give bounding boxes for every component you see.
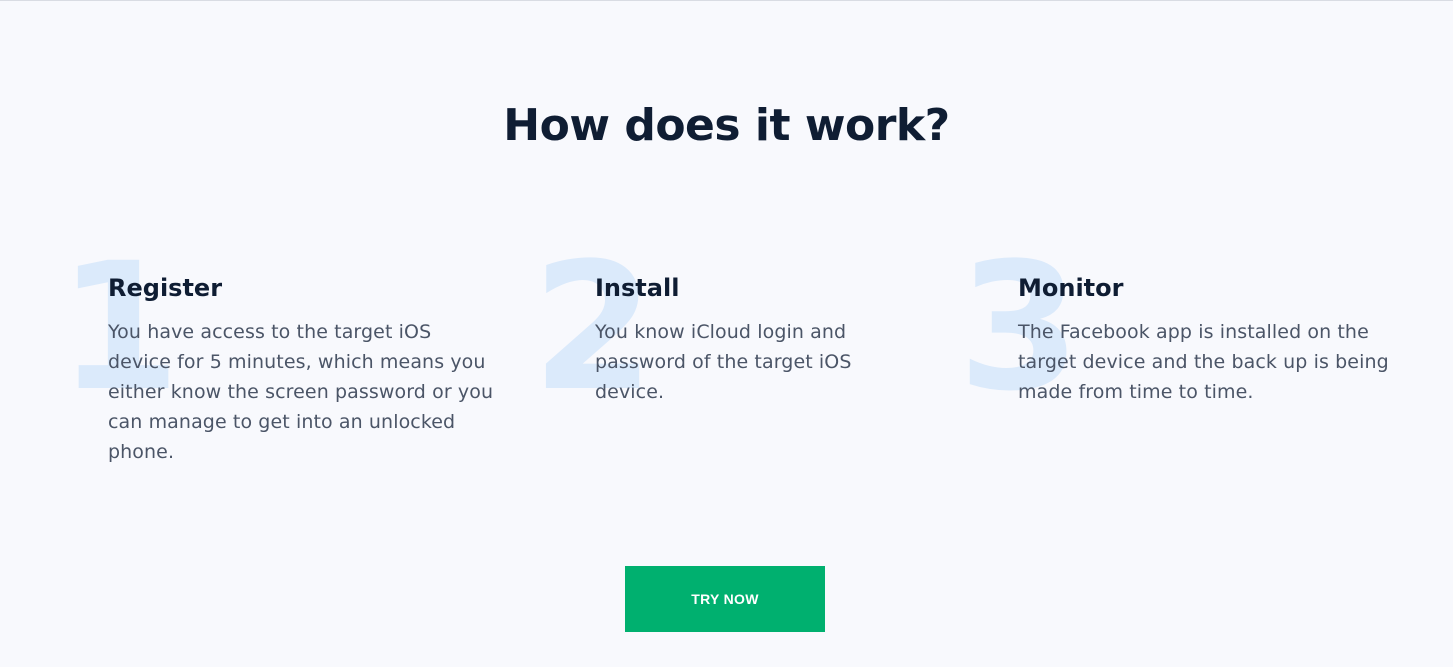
step-content: Monitor The Facebook app is installed on…	[1018, 270, 1398, 407]
step-content: Register You have access to the target i…	[108, 270, 498, 467]
section-title: How does it work?	[503, 100, 950, 151]
top-divider	[0, 0, 1453, 1]
step-description: You know iCloud login and password of th…	[595, 321, 852, 403]
step-description: The Facebook app is installed on the tar…	[1018, 321, 1389, 403]
step-title: Register	[108, 274, 223, 302]
step-title: Monitor	[1018, 274, 1124, 302]
step-title: Install	[595, 274, 680, 302]
try-now-button[interactable]: TRY NOW	[625, 566, 825, 632]
step-description: You have access to the target iOS device…	[108, 321, 494, 463]
step-content: Install You know iCloud login and passwo…	[595, 270, 895, 407]
